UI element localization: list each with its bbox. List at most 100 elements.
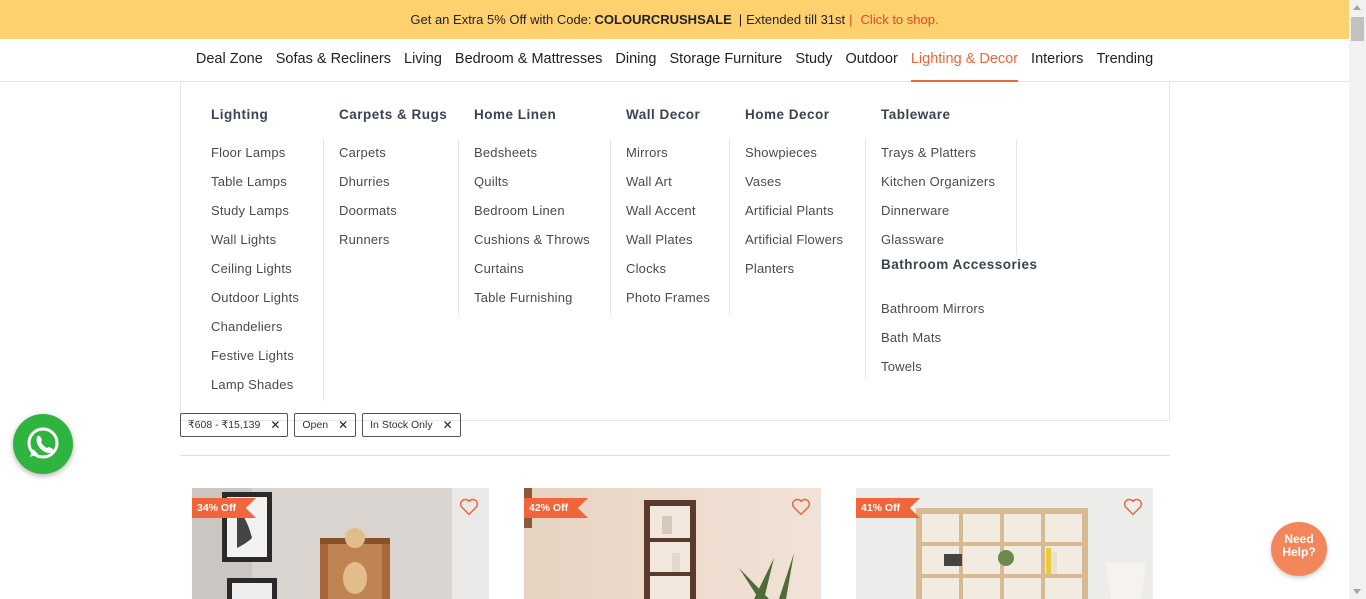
menu-item[interactable]: Artificial Flowers: [745, 226, 843, 255]
divider: [180, 455, 1170, 456]
click-to-shop-link[interactable]: Click to shop.: [861, 12, 939, 27]
product-card[interactable]: 34% Off: [192, 488, 489, 599]
menu-item[interactable]: Bath Mats: [881, 324, 1038, 353]
menu-item[interactable]: Curtains: [474, 255, 590, 284]
filter-chip-open[interactable]: Open ✕: [294, 413, 357, 437]
menu-item[interactable]: Bedroom Linen: [474, 197, 590, 226]
nav-trending[interactable]: Trending: [1096, 39, 1153, 82]
menu-item[interactable]: Vases: [745, 168, 843, 197]
close-icon[interactable]: ✕: [443, 418, 453, 432]
filter-chip-label: Open: [302, 419, 329, 431]
heart-icon[interactable]: [1123, 498, 1143, 516]
heart-icon[interactable]: [791, 498, 811, 516]
promo-banner: Get an Extra 5% Off with Code: COLOURCRU…: [0, 0, 1349, 39]
menu-item[interactable]: Towels: [881, 353, 1038, 382]
nav-interiors[interactable]: Interiors: [1031, 39, 1083, 82]
menu-column-wall-decor: Wall Decor Mirrors Wall Art Wall Accent …: [626, 82, 710, 313]
menu-divider: [323, 139, 324, 401]
promo-extended: Extended till 31st: [746, 12, 846, 27]
menu-item[interactable]: Wall Accent: [626, 197, 710, 226]
filter-chip-price[interactable]: ₹608 - ₹15,139 ✕: [180, 413, 289, 437]
nav-study[interactable]: Study: [795, 39, 832, 82]
menu-item[interactable]: Bathroom Mirrors: [881, 295, 1038, 324]
menu-item[interactable]: Lamp Shades: [211, 371, 299, 400]
menu-item[interactable]: Showpieces: [745, 139, 843, 168]
menu-item[interactable]: Kitchen Organizers: [881, 168, 1038, 197]
menu-item[interactable]: Chandeliers: [211, 313, 299, 342]
menu-item[interactable]: Dinnerware: [881, 197, 1038, 226]
close-icon[interactable]: ✕: [338, 418, 348, 432]
menu-item[interactable]: Bedsheets: [474, 139, 590, 168]
menu-divider: [729, 139, 730, 314]
nav-storage-furniture[interactable]: Storage Furniture: [670, 39, 783, 82]
help-text: Help?: [1282, 545, 1316, 559]
nav-living[interactable]: Living: [404, 39, 442, 82]
menu-item[interactable]: Table Furnishing: [474, 284, 590, 313]
whatsapp-button[interactable]: [13, 414, 73, 474]
scroll-thumb[interactable]: [1351, 17, 1364, 41]
menu-item[interactable]: Wall Plates: [626, 226, 710, 255]
menu-item[interactable]: Runners: [339, 226, 447, 255]
promo-separator: |: [738, 12, 743, 27]
menu-item[interactable]: Ceiling Lights: [211, 255, 299, 284]
menu-item[interactable]: Photo Frames: [626, 284, 710, 313]
menu-item[interactable]: Clocks: [626, 255, 710, 284]
menu-column-carpets: Carpets & Rugs Carpets Dhurries Doormats…: [339, 82, 447, 255]
heart-icon[interactable]: [459, 498, 479, 516]
menu-item[interactable]: Trays & Platters: [881, 139, 1038, 168]
whatsapp-icon: [27, 427, 59, 459]
nav-sofas-recliners[interactable]: Sofas & Recliners: [276, 39, 391, 82]
filter-chip-label: ₹608 - ₹15,139: [188, 419, 261, 431]
nav-bedroom-mattresses[interactable]: Bedroom & Mattresses: [455, 39, 602, 82]
menu-item[interactable]: Festive Lights: [211, 342, 299, 371]
menu-item[interactable]: Carpets: [339, 139, 447, 168]
close-icon[interactable]: ✕: [270, 418, 280, 432]
filter-chip-label: In Stock Only: [370, 419, 433, 431]
active-filters: ₹608 - ₹15,139 ✕ Open ✕ In Stock Only ✕: [180, 413, 461, 437]
promo-separator: |: [849, 12, 853, 27]
scroll-up-icon[interactable]: [1353, 5, 1361, 10]
filter-chip-in-stock[interactable]: In Stock Only ✕: [362, 413, 461, 437]
nav-dining[interactable]: Dining: [615, 39, 656, 82]
promo-code: COLOURCRUSHSALE: [594, 12, 732, 27]
menu-item[interactable]: Wall Art: [626, 168, 710, 197]
page-scrollbar[interactable]: [1349, 0, 1366, 599]
mega-menu: Lighting Floor Lamps Table Lamps Study L…: [180, 82, 1170, 421]
menu-divider: [458, 139, 459, 314]
menu-item[interactable]: Mirrors: [626, 139, 710, 168]
menu-column-tableware: Tableware Trays & Platters Kitchen Organ…: [881, 82, 1038, 382]
menu-divider: [865, 139, 866, 379]
menu-column-lighting: Lighting Floor Lamps Table Lamps Study L…: [211, 82, 299, 400]
menu-item[interactable]: Doormats: [339, 197, 447, 226]
product-card[interactable]: 41% Off: [856, 488, 1153, 599]
menu-item[interactable]: Cushions & Throws: [474, 226, 590, 255]
menu-heading[interactable]: Carpets & Rugs: [339, 82, 447, 139]
menu-item[interactable]: Planters: [745, 255, 843, 284]
menu-item[interactable]: Table Lamps: [211, 168, 299, 197]
menu-column-home-decor: Home Decor Showpieces Vases Artificial P…: [745, 82, 843, 284]
product-card[interactable]: 42% Off: [524, 488, 821, 599]
nav-deal-zone[interactable]: Deal Zone: [196, 39, 263, 82]
menu-heading[interactable]: Wall Decor: [626, 82, 710, 139]
need-help-button[interactable]: Need Help?: [1271, 522, 1327, 576]
menu-item[interactable]: Floor Lamps: [211, 139, 299, 168]
nav-lighting-decor[interactable]: Lighting & Decor: [910, 39, 1019, 82]
promo-text: Get an Extra 5% Off with Code:: [410, 12, 592, 27]
menu-item[interactable]: Dhurries: [339, 168, 447, 197]
nav-outdoor[interactable]: Outdoor: [845, 39, 897, 82]
menu-heading[interactable]: Bathroom Accessories: [881, 255, 1038, 295]
menu-heading[interactable]: Tableware: [881, 82, 1038, 139]
menu-heading[interactable]: Home Linen: [474, 82, 590, 139]
menu-item[interactable]: Glassware: [881, 226, 1038, 255]
menu-heading[interactable]: Home Decor: [745, 82, 843, 139]
menu-heading[interactable]: Lighting: [211, 82, 299, 139]
main-nav: Deal Zone Sofas & Recliners Living Bedro…: [0, 39, 1349, 82]
menu-item[interactable]: Outdoor Lights: [211, 284, 299, 313]
menu-item[interactable]: Quilts: [474, 168, 590, 197]
menu-item[interactable]: Artificial Plants: [745, 197, 843, 226]
scroll-down-icon[interactable]: [1353, 589, 1361, 594]
menu-item[interactable]: Wall Lights: [211, 226, 299, 255]
menu-divider: [610, 139, 611, 314]
menu-column-home-linen: Home Linen Bedsheets Quilts Bedroom Line…: [474, 82, 590, 313]
menu-item[interactable]: Study Lamps: [211, 197, 299, 226]
